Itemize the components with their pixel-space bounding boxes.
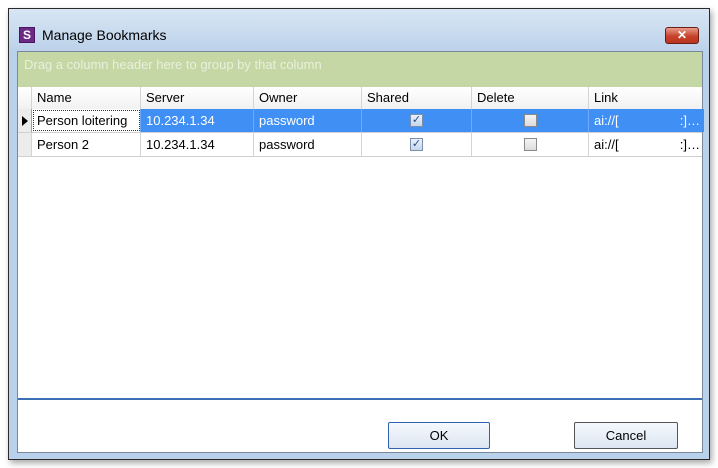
delete-checkbox[interactable] [524,114,537,127]
cell-link[interactable]: ai://[ :]… [589,109,704,132]
app-logo-icon: S [19,27,35,43]
table-row[interactable]: Person loitering 10.234.1.34 password ✓ … [18,109,704,133]
table-row[interactable]: Person 2 10.234.1.34 password ✓ ai://[ :… [18,133,702,157]
cell-delete [472,109,589,132]
row-selector[interactable] [18,109,32,132]
close-button[interactable]: ✕ [665,27,699,44]
link-text: ai://[ [594,113,619,128]
cell-name[interactable]: Person loitering [32,109,141,132]
column-header-server[interactable]: Server [141,87,254,109]
column-header-delete[interactable]: Delete [472,87,589,109]
cancel-button[interactable]: Cancel [574,422,678,449]
cell-shared: ✓ [362,133,472,156]
dialog-content: Drag a column header here to group by th… [17,51,704,453]
delete-checkbox[interactable] [524,138,537,151]
cell-shared: ✓ [362,109,472,132]
group-by-panel[interactable]: Drag a column header here to group by th… [18,52,702,87]
title-bar[interactable]: S Manage Bookmarks ✕ [9,9,709,51]
cell-owner[interactable]: password [254,109,362,132]
column-header-owner[interactable]: Owner [254,87,362,109]
grid-header: Name Server Owner Shared Delete Link [18,87,702,110]
ok-button[interactable]: OK [388,422,490,449]
cell-server[interactable]: 10.234.1.34 [141,109,254,132]
column-header-shared[interactable]: Shared [362,87,472,109]
column-header-name[interactable]: Name [32,87,141,109]
link-text: ai://[ [594,137,619,152]
cell-link[interactable]: ai://[ :]… [589,133,704,156]
shared-checkbox[interactable]: ✓ [410,138,423,151]
shared-checkbox[interactable]: ✓ [410,114,423,127]
cell-delete [472,133,589,156]
link-text-tail: :]… [679,113,700,128]
row-indicator-header [18,87,32,109]
cell-name[interactable]: Person 2 [32,133,141,156]
footer-divider [18,398,702,400]
row-selector[interactable] [18,133,32,156]
cell-server[interactable]: 10.234.1.34 [141,133,254,156]
cell-owner[interactable]: password [254,133,362,156]
window-title: Manage Bookmarks [42,27,167,43]
column-header-link[interactable]: Link [589,87,704,109]
current-row-arrow-icon [22,116,28,126]
manage-bookmarks-dialog: S Manage Bookmarks ✕ Drag a column heade… [8,8,710,460]
link-text-tail: :]… [679,137,700,152]
close-icon: ✕ [676,28,688,42]
